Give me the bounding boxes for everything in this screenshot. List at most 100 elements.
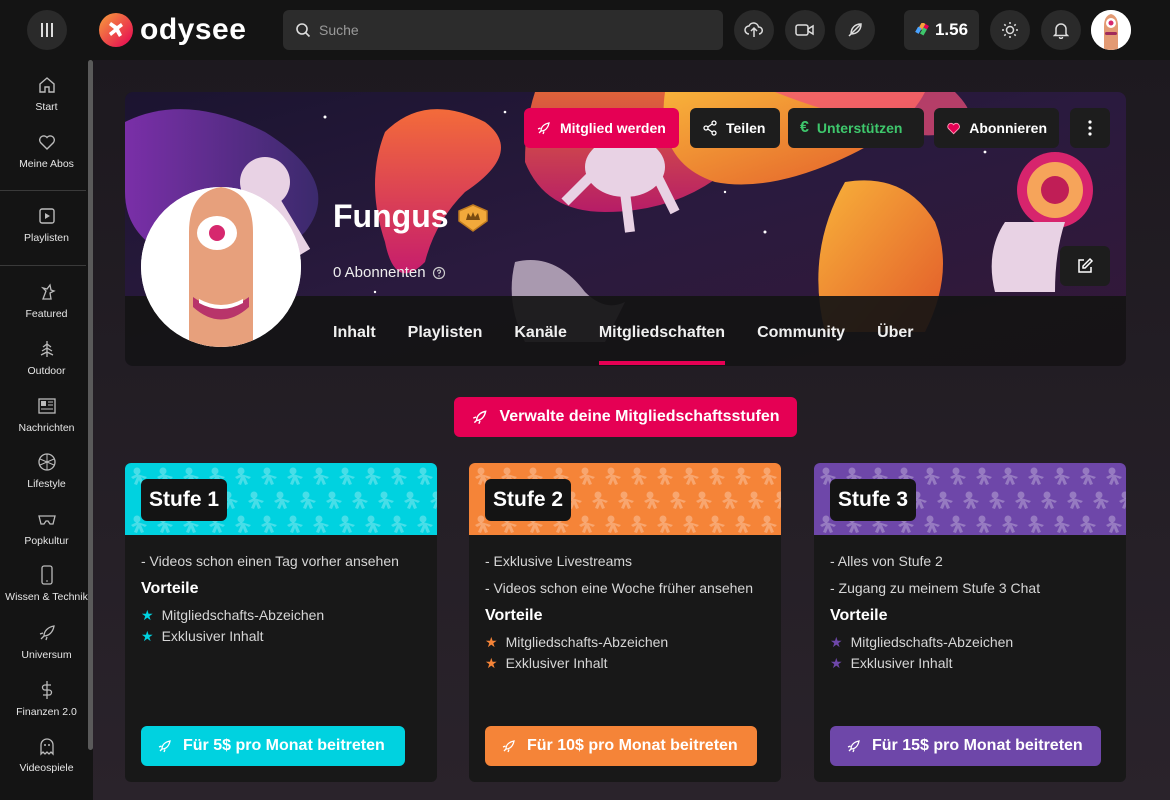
tier-perks-heading: Vorteile <box>141 580 199 597</box>
theme-toggle-button[interactable] <box>990 10 1030 50</box>
rocket-icon <box>473 410 488 425</box>
sidebar-item-label: Playlisten <box>24 232 69 244</box>
tier-description-line: - Exklusive Livestreams <box>485 553 633 569</box>
tab-inhalt[interactable]: Inhalt <box>333 324 376 365</box>
join-tier-label: Für 5$ pro Monat beitreten <box>183 737 385 754</box>
sidebar-item-label: Start <box>35 101 58 113</box>
sidebar-item-videospiele[interactable]: Videospiele <box>0 736 93 786</box>
support-button[interactable]: € Unterstützen <box>788 108 924 148</box>
post-button[interactable] <box>835 10 875 50</box>
user-avatar-image <box>1091 10 1131 50</box>
sidebar-item-meine-abos[interactable]: Meine Abos <box>0 132 93 182</box>
star-icon: ★ <box>141 628 154 644</box>
sidebar-item-lifestyle[interactable]: Lifestyle <box>0 452 93 502</box>
tier-perk: ★ Exklusiver Inhalt <box>141 626 431 647</box>
go-live-button[interactable] <box>785 10 825 50</box>
sidebar-item-popkultur[interactable]: Popkultur <box>0 509 93 559</box>
rocket-icon <box>847 740 860 753</box>
sidebar-item-universum[interactable]: Universum <box>0 623 93 673</box>
channel-avatar <box>141 187 301 347</box>
join-tier-button[interactable]: Für 10$ pro Monat beitreten <box>485 726 757 766</box>
sidebar-item-finanzen[interactable]: Finanzen 2.0 <box>0 680 93 730</box>
channel-name: Fungus <box>333 198 449 234</box>
tab-kanaele[interactable]: Kanäle <box>514 324 566 365</box>
become-member-button[interactable]: Mitglied werden <box>524 108 679 148</box>
tier-title: Stufe 3 <box>830 479 917 521</box>
edit-channel-button[interactable] <box>1060 246 1110 286</box>
search-icon <box>296 23 311 38</box>
tab-playlisten[interactable]: Playlisten <box>408 324 483 365</box>
rocket-icon <box>502 740 515 753</box>
tier-perk: ★ Mitgliedschafts-Abzeichen <box>830 632 1120 653</box>
sidebar-item-label: Meine Abos <box>19 158 74 170</box>
notifications-button[interactable] <box>1041 10 1081 50</box>
sidebar-item-start[interactable]: Start <box>0 75 93 125</box>
sidebar-item-nachrichten[interactable]: Nachrichten <box>0 396 93 446</box>
sidebar-item-label: Videospiele <box>19 762 74 774</box>
share-button[interactable]: Teilen <box>690 108 780 148</box>
tab-community[interactable]: Community <box>757 324 845 365</box>
tier-description-line: - Videos schon eine Woche früher ansehen <box>485 580 753 596</box>
cloud-upload-icon <box>744 22 763 37</box>
join-tier-button[interactable]: Für 5$ pro Monat beitreten <box>141 726 405 766</box>
sidebar-item-wissen-technik[interactable]: Wissen & Technik <box>0 565 93 615</box>
tier-perk-label: Mitgliedschafts-Abzeichen <box>161 607 325 623</box>
feather-icon <box>848 23 862 37</box>
tab-mitgliedschaften[interactable]: Mitgliedschaften <box>598 324 726 365</box>
rocket-icon <box>158 740 171 753</box>
upload-button[interactable] <box>734 10 774 50</box>
tier-perks-heading: Vorteile <box>830 607 888 624</box>
tab-ueber[interactable]: Über <box>877 324 913 365</box>
tier-perk: ★ Mitgliedschafts-Abzeichen <box>485 632 775 653</box>
menu-icon <box>41 23 53 37</box>
sidebar-item-label: Finanzen 2.0 <box>16 706 77 718</box>
tier-description-line: - Zugang zu meinem Stufe 3 Chat <box>830 580 1041 596</box>
channel-tabs: Inhalt Playlisten Kanäle Mitgliedschafte… <box>333 324 946 365</box>
heart-icon <box>38 135 55 150</box>
creator-badge-icon <box>455 203 491 238</box>
search-bar[interactable] <box>283 10 723 50</box>
tier-perk-label: Exklusiver Inhalt <box>850 655 953 671</box>
logo-text: odysee <box>140 13 247 46</box>
home-icon <box>38 77 55 93</box>
subscriber-count-text: 0 Abonnenten <box>333 264 426 281</box>
join-tier-label: Für 10$ pro Monat beitreten <box>527 737 738 754</box>
star-icon: ★ <box>830 634 843 650</box>
tier-perk: ★ Exklusiver Inhalt <box>485 653 775 674</box>
tier-perk: ★ Mitgliedschafts-Abzeichen <box>141 605 431 626</box>
wallet-amount: 1.56 <box>934 20 969 39</box>
help-icon[interactable] <box>432 266 446 280</box>
sidebar-item-label: Popkultur <box>24 535 69 547</box>
subscribe-button[interactable]: Abonnieren <box>934 108 1059 148</box>
odysee-logo[interactable]: odysee <box>98 12 246 48</box>
more-options-button[interactable] <box>1070 108 1110 148</box>
tier-perk-label: Exklusiver Inhalt <box>161 628 264 644</box>
rocket-icon <box>39 625 55 641</box>
sidebar-item-playlisten[interactable]: Playlisten <box>0 206 93 256</box>
rocket-icon <box>537 122 550 135</box>
odysee-logo-icon <box>99 13 133 47</box>
tier-perks-heading: Vorteile <box>485 607 543 624</box>
sidebar-item-label: Nachrichten <box>18 422 75 434</box>
sidebar-item-featured[interactable]: Featured <box>0 282 93 332</box>
sidebar-divider <box>0 190 86 191</box>
manage-membership-tiers-button[interactable]: Verwalte deine Mitgliedschaftsstufen <box>454 397 797 437</box>
menu-button[interactable] <box>27 10 67 50</box>
dollar-icon <box>41 681 52 699</box>
tier-description: - Exklusive Livestreams - Videos schon ei… <box>485 551 775 674</box>
sidebar-item-outdoor[interactable]: Outdoor <box>0 339 93 389</box>
wallet-balance-button[interactable]: 1.56 <box>904 10 979 50</box>
more-vertical-icon <box>1088 120 1092 136</box>
tier-card-1: Stufe 1 - Videos schon einen Tag vorher a… <box>125 463 437 782</box>
tier-perk: ★ Exklusiver Inhalt <box>830 653 1120 674</box>
join-tier-button[interactable]: Für 15$ pro Monat beitreten <box>830 726 1101 766</box>
user-avatar[interactable] <box>1091 10 1131 50</box>
sidebar-item-label: Featured <box>25 308 68 320</box>
star-icon: ★ <box>485 634 498 650</box>
become-member-label: Mitglied werden <box>560 120 666 136</box>
search-input[interactable] <box>319 22 699 38</box>
top-bar: odysee 1.56 <box>0 0 1170 60</box>
sidebar: Start Meine Abos Playlisten Featured Out… <box>0 60 93 800</box>
tier-card-2: Stufe 2 - Exklusive Livestreams - Videos s… <box>469 463 781 782</box>
lifestyle-icon <box>37 453 56 471</box>
